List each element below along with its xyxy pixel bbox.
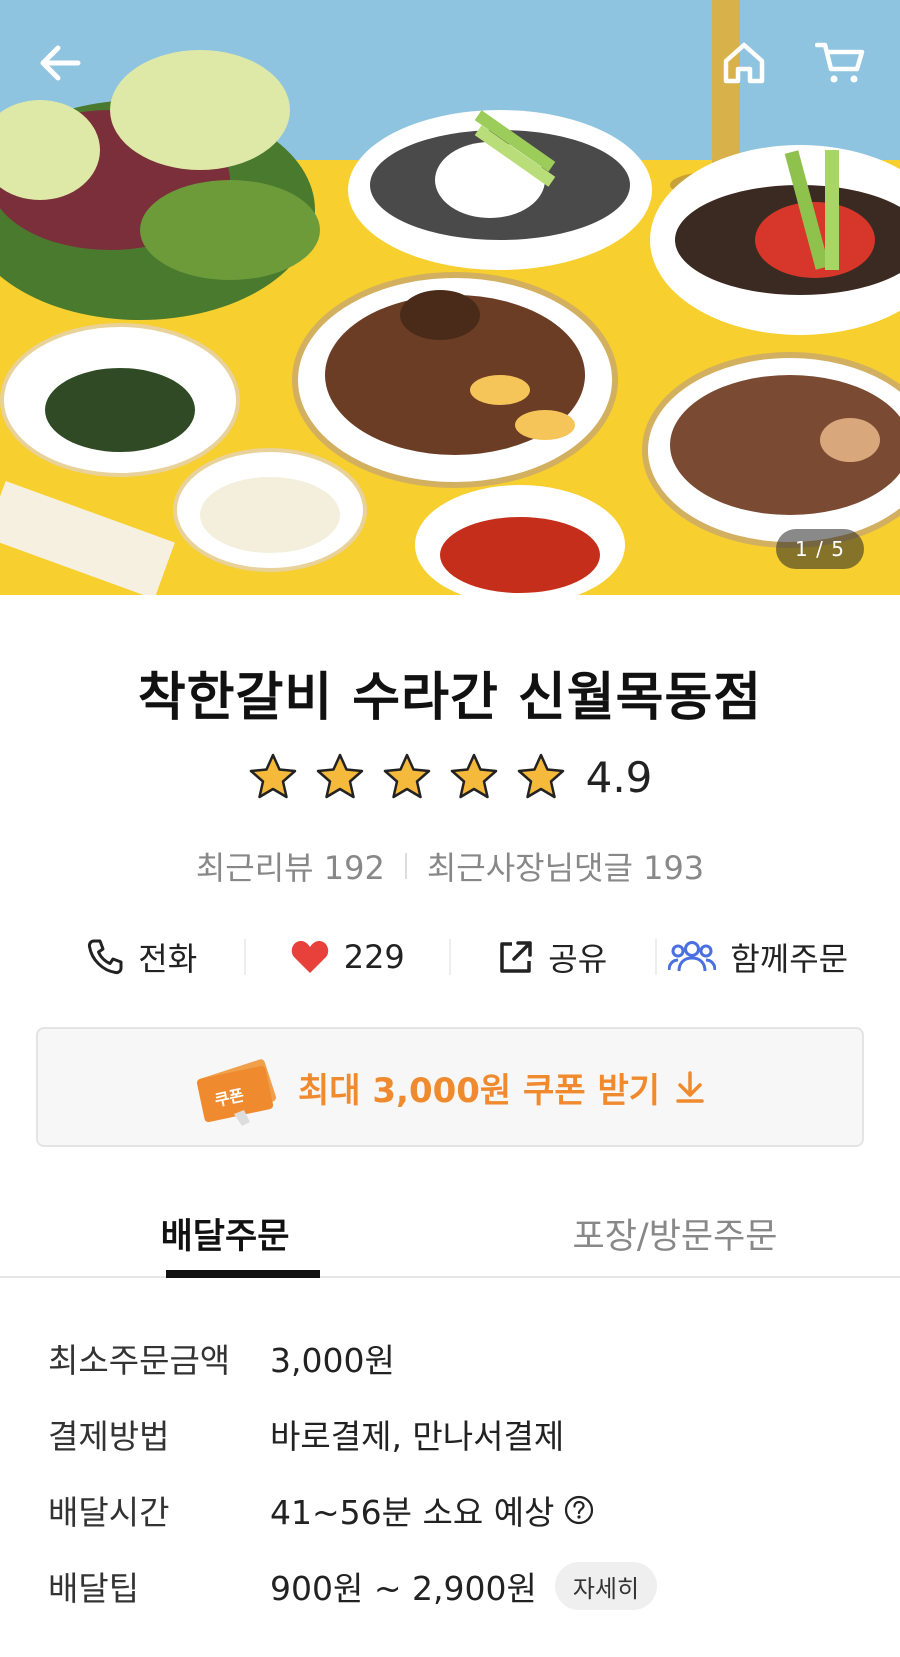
payment-row: 결제방법 바로결제, 만나서결제	[48, 1396, 868, 1472]
min-order-row: 최소주문금액 3,000원	[48, 1320, 868, 1396]
call-button[interactable]: 전화	[40, 934, 244, 980]
group-order-label: 함께주문	[730, 940, 849, 978]
min-order-value: 3,000원	[270, 1341, 395, 1380]
home-icon	[723, 42, 765, 84]
heart-icon	[291, 941, 328, 973]
share-button[interactable]: 공유	[451, 934, 655, 980]
star-icon	[450, 753, 497, 799]
delivery-time-wrap: 41~56분 소요 예상	[270, 1486, 594, 1534]
phone-icon	[88, 939, 123, 975]
tab-pickup[interactable]: 포장/방문주문	[450, 1190, 900, 1276]
hero-image[interactable]: 1 / 5	[0, 0, 900, 595]
delivery-info: 최소주문금액 3,000원 결제방법 바로결제, 만나서결제 배달시간 41~5…	[48, 1320, 868, 1624]
star-icon	[517, 753, 564, 799]
delivery-tip-row: 배달팁 900원 ~ 2,900원 자세히	[48, 1548, 868, 1624]
active-tab-indicator	[166, 1270, 320, 1278]
owner-comments-link[interactable]: 최근사장님댓글 193	[427, 843, 704, 889]
delivery-tip-wrap: 900원 ~ 2,900원 자세히	[270, 1562, 658, 1610]
store-name: 착한갈비 수라간 신월목동점	[137, 668, 763, 728]
tip-detail-button[interactable]: 자세히	[554, 1562, 658, 1610]
tab-pickup-label: 포장/방문주문	[572, 1216, 778, 1257]
divider	[404, 853, 407, 879]
review-stats: 최근리뷰 192 최근사장님댓글 193	[0, 843, 900, 889]
download-icon	[676, 1071, 704, 1103]
home-button[interactable]	[714, 33, 774, 93]
share-label: 공유	[548, 940, 608, 978]
share-icon	[500, 941, 533, 973]
order-type-tabs: 배달주문 포장/방문주문	[0, 1190, 900, 1278]
star-icon	[316, 753, 363, 799]
delivery-tip-label: 배달팁	[48, 1569, 140, 1608]
coupon-label: 최대 3,000원 쿠폰 받기	[297, 1070, 660, 1111]
arrow-left-icon	[40, 45, 81, 81]
delivery-time-value: 41~56분 소요 예상	[270, 1493, 555, 1532]
action-bar: 전화 229 공유 함께주문	[40, 930, 860, 984]
delivery-time-label: 배달시간	[48, 1493, 170, 1532]
tab-delivery[interactable]: 배달주문	[0, 1190, 450, 1278]
cart-icon	[815, 42, 865, 83]
rating-row: 4.9	[0, 752, 900, 802]
group-order-button[interactable]: 함께주문	[657, 934, 861, 980]
question-icon[interactable]	[564, 1495, 594, 1525]
like-button[interactable]: 229	[246, 938, 450, 976]
cart-button[interactable]	[810, 33, 870, 93]
star-icon	[383, 753, 430, 799]
delivery-tip-value: 900원 ~ 2,900원	[270, 1569, 537, 1608]
payment-value: 바로결제, 만나서결제	[270, 1417, 565, 1456]
delivery-time-row: 배달시간 41~56분 소요 예상	[48, 1472, 868, 1548]
payment-label: 결제방법	[48, 1417, 170, 1456]
star-icon	[249, 753, 296, 799]
back-button[interactable]	[30, 33, 90, 93]
coupon-banner[interactable]: 쿠폰 최대 3,000원 쿠폰 받기	[36, 1027, 864, 1147]
call-label: 전화	[138, 940, 198, 978]
group-icon	[668, 941, 717, 972]
tab-delivery-label: 배달주문	[160, 1216, 290, 1257]
recent-reviews-link[interactable]: 최근리뷰 192	[196, 843, 385, 889]
min-order-label: 최소주문금액	[48, 1341, 231, 1380]
like-count: 229	[343, 938, 405, 976]
rating-value: 4.9	[585, 752, 653, 802]
coupon-ticket-icon: 쿠폰	[196, 1059, 277, 1126]
rating-stars	[248, 752, 566, 802]
image-counter: 1 / 5	[776, 529, 864, 569]
